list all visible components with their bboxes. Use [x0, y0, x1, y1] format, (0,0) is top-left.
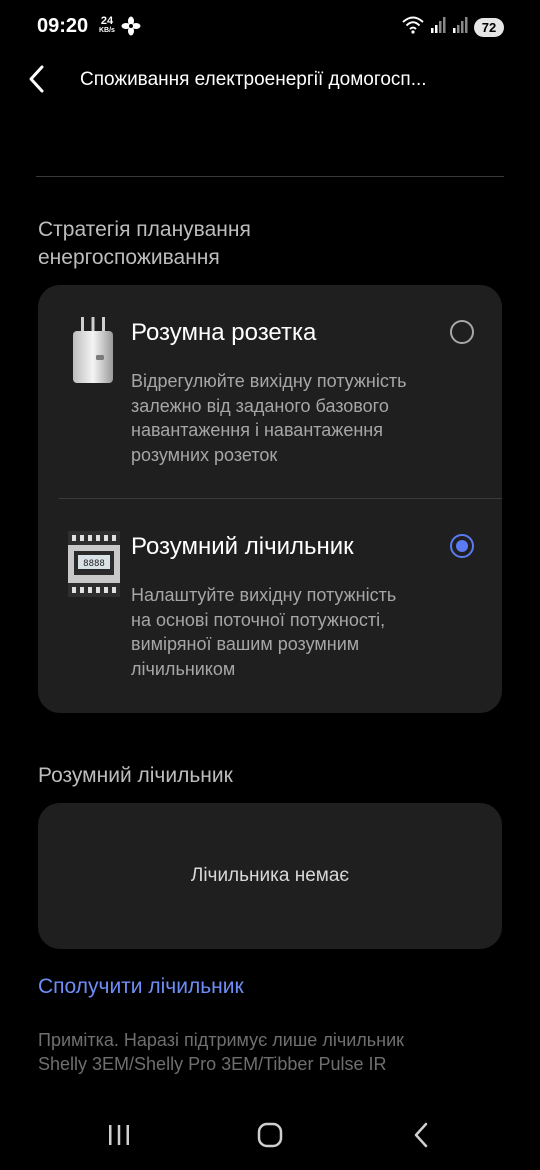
status-icons: 72: [402, 16, 504, 39]
option-desc-line: розумних розеток: [131, 444, 278, 465]
app-header: Споживання електроенергії домогосп...: [0, 56, 540, 106]
strategy-section-label: Стратегія планування енергоспоживання: [38, 216, 251, 272]
status-bar: 09:20 24 KB/s 72: [0, 0, 540, 56]
option-title: Розумна розетка: [131, 319, 317, 346]
signal-icon-1: [430, 16, 446, 39]
option-title: Розумний лічильник: [131, 533, 354, 560]
option-smart-plug[interactable]: Розумна розетка Відрегулюйте вихідну пот…: [38, 285, 502, 498]
wifi-icon: [402, 16, 424, 39]
navigation-bar: [0, 1100, 540, 1170]
option-smart-meter[interactable]: 8888 Розумний лічильник Налаштуйте вихід…: [38, 499, 502, 713]
note-line: Примітка. Наразі підтримує лише лічильни…: [38, 1030, 405, 1050]
signal-icon-2: [452, 16, 468, 39]
chevron-left-icon: [29, 65, 44, 93]
meter-section-label: Розумний лічильник: [38, 764, 233, 787]
page-title: Споживання електроенергії домогосп...: [80, 69, 427, 90]
note-text: Примітка. Наразі підтримує лише лічильни…: [38, 1028, 508, 1076]
back-button[interactable]: [24, 62, 52, 96]
option-description: Налаштуйте вихідну потужність на основі …: [131, 583, 471, 681]
meter-display-text: 8888: [83, 559, 105, 569]
option-desc-line: Відрегулюйте вихідну потужність: [131, 371, 407, 391]
option-desc-line: навантаження і навантаження: [131, 420, 383, 440]
strategy-label-line: Стратегія планування: [38, 218, 251, 241]
meter-card: Лічильника немає: [38, 803, 502, 949]
option-desc-line: на основі поточної потужності,: [131, 609, 386, 630]
recent-apps-button[interactable]: [104, 1120, 134, 1150]
option-desc-line: виміряної вашим розумним: [131, 634, 360, 654]
fan-icon: [121, 16, 141, 41]
network-speed: 24 KB/s: [99, 16, 115, 36]
radio-smart-plug[interactable]: [450, 320, 474, 344]
no-meter-text: Лічильника немає: [190, 865, 350, 886]
divider: [36, 176, 504, 177]
smart-meter-icon: 8888: [66, 529, 122, 604]
smart-plug-icon: [68, 315, 118, 390]
radio-smart-meter[interactable]: [450, 534, 474, 558]
option-desc-line: лічильником: [131, 658, 236, 679]
strategy-card: Розумна розетка Відрегулюйте вихідну пот…: [38, 285, 502, 713]
option-desc-line: Налаштуйте вихідну потужність: [131, 585, 397, 605]
battery-icon: 72: [474, 18, 504, 37]
network-speed-unit: KB/s: [99, 27, 115, 34]
note-line: Shelly 3EM/Shelly Pro 3EM/Tibber Pulse I…: [38, 1054, 387, 1074]
nav-back-button[interactable]: [406, 1120, 436, 1150]
option-description: Відрегулюйте вихідну потужність залежно …: [131, 369, 471, 467]
strategy-label-line: енергоспоживання: [38, 246, 220, 269]
home-icon: [257, 1122, 283, 1148]
back-icon: [414, 1122, 428, 1148]
connect-meter-link[interactable]: Сполучити лічильник: [38, 975, 244, 999]
recent-apps-icon: [109, 1125, 129, 1145]
status-time: 09:20: [37, 15, 89, 37]
option-desc-line: залежно від заданого базового: [131, 395, 389, 416]
home-button[interactable]: [255, 1120, 285, 1150]
